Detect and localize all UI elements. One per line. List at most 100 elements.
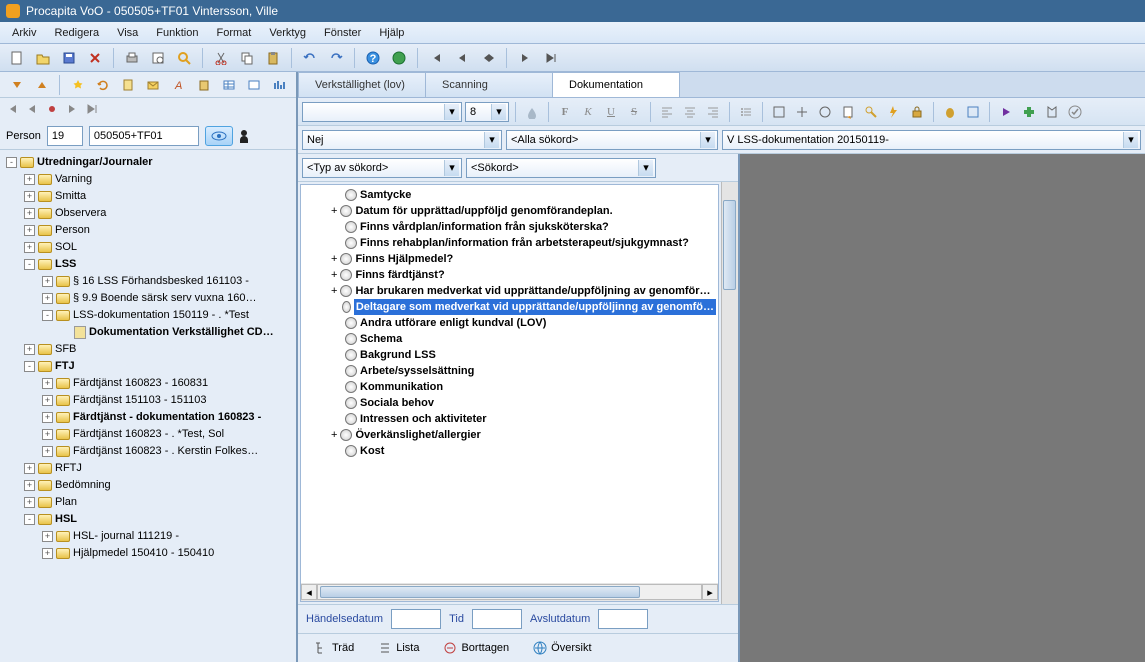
view-person-button[interactable]	[205, 126, 233, 146]
tree-expander[interactable]: +	[24, 463, 35, 474]
lt-up-icon[interactable]	[31, 74, 52, 96]
dokument-combo[interactable]: V LSS-dokumentation 20150119-▾	[722, 130, 1141, 150]
tree-expander[interactable]: +	[24, 242, 35, 253]
menu-fonster[interactable]: Fönster	[316, 25, 369, 41]
lt-grid2-icon[interactable]	[244, 74, 265, 96]
export-icon[interactable]	[1042, 102, 1062, 122]
doc-expander[interactable]: +	[331, 267, 337, 283]
tree-item-label[interactable]: Färdtjänst 160823 - . Kerstin Folkes…	[73, 443, 258, 460]
nav-last-icon[interactable]	[540, 47, 562, 69]
preview-icon[interactable]	[147, 47, 169, 69]
find-icon[interactable]	[173, 47, 195, 69]
align-left-icon[interactable]	[657, 102, 677, 122]
tree-expander[interactable]: +	[24, 208, 35, 219]
doc-item-label[interactable]: Har brukaren medverkat vid upprättande/u…	[355, 283, 710, 299]
doc-expander[interactable]: +	[331, 283, 337, 299]
lt-chart-icon[interactable]	[269, 74, 290, 96]
tool-page-icon[interactable]	[838, 102, 858, 122]
tool1-icon[interactable]	[769, 102, 789, 122]
doc-item-label[interactable]: Finns rehabplan/information från arbetst…	[360, 235, 689, 251]
doc-item-label[interactable]: Samtycke	[360, 187, 411, 203]
tree-item-label[interactable]: SOL	[55, 239, 77, 256]
doc-expander[interactable]: +	[331, 427, 337, 443]
btab-borttagen[interactable]: Borttagen	[435, 639, 517, 657]
doc-item-label[interactable]: Sociala behov	[360, 395, 434, 411]
tree-expander[interactable]: -	[24, 514, 35, 525]
tool-lock-icon[interactable]	[907, 102, 927, 122]
doc-item-label[interactable]: Finns Hjälpmedel?	[355, 251, 453, 267]
tool-grid-icon[interactable]	[963, 102, 983, 122]
copy-icon[interactable]	[236, 47, 258, 69]
tree-expander[interactable]: +	[24, 480, 35, 491]
handelse-input[interactable]	[391, 609, 441, 629]
tree-expander[interactable]: +	[42, 293, 53, 304]
tool-key-icon[interactable]	[861, 102, 881, 122]
paste-icon[interactable]	[262, 47, 284, 69]
tree-item-label[interactable]: HSL- journal 111219 -	[73, 528, 179, 545]
align-center-icon[interactable]	[680, 102, 700, 122]
tree-item-label[interactable]: Färdtjänst 160823 - . *Test, Sol	[73, 426, 224, 443]
sokord-combo[interactable]: <Sökord>▾	[466, 158, 656, 178]
delete-icon[interactable]	[84, 47, 106, 69]
lt-refresh-icon[interactable]	[93, 74, 114, 96]
doc-tree[interactable]: Samtycke+Datum för upprättad/uppföljd ge…	[300, 184, 719, 602]
menu-redigera[interactable]: Redigera	[46, 25, 107, 41]
btab-oversikt[interactable]: Översikt	[525, 639, 599, 657]
typ-sokord-combo[interactable]: <Typ av sökord>▾	[302, 158, 462, 178]
nej-combo[interactable]: Nej▾	[302, 130, 502, 150]
new-icon[interactable]	[6, 47, 28, 69]
color-icon[interactable]	[522, 102, 542, 122]
doc-item-label[interactable]: Bakgrund LSS	[360, 347, 436, 363]
tid-input[interactable]	[472, 609, 522, 629]
tool3-icon[interactable]	[815, 102, 835, 122]
tab-dokumentation[interactable]: Dokumentation	[552, 72, 680, 97]
tree-item-label[interactable]: Varning	[55, 171, 92, 188]
doc-item-label[interactable]: Intressen och aktiviteter	[360, 411, 487, 427]
tree-expander[interactable]: -	[24, 259, 35, 270]
doc-item-label[interactable]: Schema	[360, 331, 402, 347]
tree-expander[interactable]: +	[42, 531, 53, 542]
tree-expander[interactable]: -	[42, 310, 53, 321]
open-icon[interactable]	[32, 47, 54, 69]
fontsize-combo[interactable]: 8▾	[465, 102, 509, 122]
lnav-next-icon[interactable]	[66, 103, 80, 117]
check-icon[interactable]	[1065, 102, 1085, 122]
btab-trad[interactable]: Träd	[306, 639, 362, 657]
tree-expander[interactable]: +	[42, 412, 53, 423]
tree-expander[interactable]: +	[24, 225, 35, 236]
doc-expander[interactable]: +	[331, 203, 337, 219]
doc-item-label[interactable]: Andra utförare enligt kundval (LOV)	[360, 315, 546, 331]
tree-item-label[interactable]: Dokumentation Verkställighet CD…	[89, 324, 274, 341]
tab-verkstallighet[interactable]: Verkställighet (lov)	[298, 72, 426, 97]
tree-item-label[interactable]: Färdtjänst - dokumentation 160823 -	[73, 409, 261, 426]
tool-bug-icon[interactable]	[940, 102, 960, 122]
doc-item-label[interactable]: Deltagare som medverkat vid upprättande/…	[354, 299, 716, 315]
tree-expander[interactable]: -	[24, 361, 35, 372]
doc-item-label[interactable]: Arbete/sysselsättning	[360, 363, 474, 379]
lt-down-icon[interactable]	[6, 74, 27, 96]
lt-doc-icon[interactable]	[118, 74, 139, 96]
btab-lista[interactable]: Lista	[370, 639, 427, 657]
lnav-first-icon[interactable]	[6, 103, 20, 117]
tree-item-label[interactable]: Observera	[55, 205, 106, 222]
cut-icon[interactable]	[210, 47, 232, 69]
person-code-input[interactable]	[89, 126, 199, 146]
tree-expander[interactable]: +	[24, 497, 35, 508]
doc-item-label[interactable]: Kost	[360, 443, 384, 459]
tree-expander[interactable]: +	[42, 429, 53, 440]
tree-expander[interactable]: +	[24, 174, 35, 185]
nav-current-icon[interactable]	[477, 47, 499, 69]
tree-item-label[interactable]: FTJ	[55, 358, 75, 375]
play-icon[interactable]	[996, 102, 1016, 122]
underline-icon[interactable]: U	[601, 102, 621, 122]
lt-clipboard-icon[interactable]	[193, 74, 214, 96]
lnav-prev-icon[interactable]	[26, 103, 40, 117]
tree-item-label[interactable]: LSS	[55, 256, 76, 273]
tree-item-label[interactable]: SFB	[55, 341, 76, 358]
alla-sokord-combo[interactable]: <Alla sökord>▾	[506, 130, 718, 150]
doc-item-label[interactable]: Överkänslighet/allergier	[355, 427, 480, 443]
list-icon[interactable]	[736, 102, 756, 122]
doc-tree-vscroll[interactable]	[721, 182, 738, 604]
avslut-input[interactable]	[598, 609, 648, 629]
tree-expander[interactable]: +	[42, 378, 53, 389]
